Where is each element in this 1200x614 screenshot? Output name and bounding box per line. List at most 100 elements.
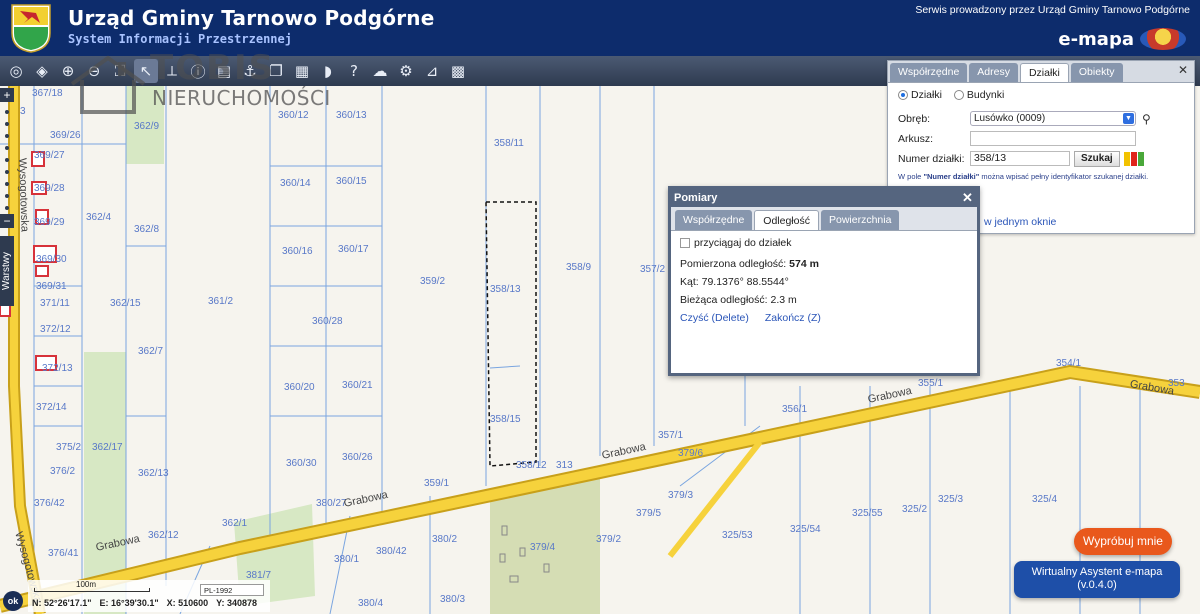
parcel-label[interactable]: 376/2 [50, 466, 75, 477]
parcel-label[interactable]: 355/1 [918, 378, 943, 389]
zoom-out-icon[interactable]: ⊖ [82, 59, 106, 83]
parcel-label[interactable]: 356/1 [782, 404, 807, 415]
parcel-label[interactable]: 360/17 [338, 244, 369, 255]
parcel-label[interactable]: 369/27 [34, 150, 65, 161]
parcel-label[interactable]: 357/1 [658, 430, 683, 441]
share-icon[interactable]: ⊿ [420, 59, 444, 83]
virtual-assistant-button[interactable]: Wirtualny Asystent e-mapa (v.0.4.0) [1014, 561, 1180, 598]
layers-icon[interactable]: ◈ [30, 59, 54, 83]
ok-button[interactable]: ok [3, 591, 23, 611]
parcel-label[interactable]: 375/2 [56, 442, 81, 453]
parcel-label[interactable]: 3 [20, 106, 26, 117]
parcel-label[interactable]: 325/3 [938, 494, 963, 505]
copy-icon[interactable]: ❐ [264, 59, 288, 83]
cloud-icon[interactable]: ☁ [368, 59, 392, 83]
tab-measure-area[interactable]: Powierzchnia [820, 210, 900, 230]
parcel-label[interactable]: 325/4 [1032, 494, 1057, 505]
radio-buildings[interactable] [953, 90, 964, 100]
parcel-label[interactable]: 362/17 [92, 442, 123, 453]
parcel-label[interactable]: 362/15 [110, 298, 141, 309]
info-icon[interactable]: ⓘ [186, 59, 210, 83]
single-window-link[interactable]: w jednym oknie [984, 216, 1056, 228]
zoom-in-button[interactable]: + [0, 88, 14, 102]
zoom-slider[interactable]: + − Warstwy [0, 86, 14, 386]
parcel-label[interactable]: 360/26 [342, 452, 373, 463]
parcel-label[interactable]: 354/1 [1056, 358, 1081, 369]
parcel-label[interactable]: 362/7 [138, 346, 163, 357]
palette-icon[interactable]: ▩ [446, 59, 470, 83]
layers-tab[interactable]: Warstwy [0, 236, 14, 306]
parcel-label[interactable]: 325/53 [722, 530, 753, 541]
selected-parcel-outline[interactable] [485, 201, 537, 467]
layout-icon[interactable]: ▦ [290, 59, 314, 83]
try-me-button[interactable]: Wypróbuj mnie [1074, 528, 1172, 555]
parcel-label[interactable]: 380/3 [440, 594, 465, 605]
parcel-label[interactable]: 379/2 [596, 534, 621, 545]
zoom-level-dot[interactable] [5, 170, 9, 174]
comment-icon[interactable]: ◗ [316, 59, 340, 83]
parcel-label[interactable]: 359/2 [420, 276, 445, 287]
search-button[interactable]: Szukaj [1074, 150, 1120, 167]
parcel-label[interactable]: 362/12 [148, 530, 179, 541]
parcel-label[interactable]: 369/26 [50, 130, 81, 141]
parcel-label[interactable]: 367/18 [32, 88, 63, 99]
clear-link[interactable]: Czyść (Delete) [680, 312, 749, 324]
parcel-label[interactable]: 380/42 [376, 546, 407, 557]
parcel-label[interactable]: 372/14 [36, 402, 67, 413]
parcel-label[interactable]: 369/28 [34, 183, 65, 194]
parcel-label[interactable]: 379/6 [678, 448, 703, 459]
parcel-label[interactable]: 360/13 [336, 110, 367, 121]
parcel-label[interactable]: 369/29 [34, 217, 65, 228]
zoom-out-button[interactable]: − [0, 214, 14, 228]
parcel-label[interactable]: 360/16 [282, 246, 313, 257]
municipality-crest-icon[interactable] [10, 3, 52, 53]
parcel-label[interactable]: 360/12 [278, 110, 309, 121]
emapa-logo[interactable]: e-mapa [1058, 26, 1186, 52]
parcel-label[interactable]: 372/13 [42, 363, 73, 374]
tab-coordinates[interactable]: Współrzędne [890, 63, 968, 82]
globe-icon[interactable]: ◎ [4, 59, 28, 83]
parcel-label[interactable]: 360/21 [342, 380, 373, 391]
zoom-level-dot[interactable] [5, 146, 9, 150]
zoom-level-dot[interactable] [5, 182, 9, 186]
parcel-label[interactable]: 358/9 [566, 262, 591, 273]
parcel-label[interactable]: 376/42 [34, 498, 65, 509]
zoom-level-dot[interactable] [5, 158, 9, 162]
parcel-label[interactable]: 362/13 [138, 468, 169, 479]
parcel-label[interactable]: 325/54 [790, 524, 821, 535]
parcel-label[interactable]: 358/11 [494, 138, 524, 149]
parcel-label[interactable]: 380/27 [316, 498, 347, 509]
parcel-label[interactable]: 362/8 [134, 224, 159, 235]
fullscreen-icon[interactable]: ⛶ [108, 59, 132, 83]
snap-checkbox[interactable] [680, 238, 690, 248]
tab-measure-distance[interactable]: Odległość [754, 210, 819, 230]
zoom-level-dot[interactable] [5, 206, 9, 210]
parcel-label[interactable]: 379/3 [668, 490, 693, 501]
parcel-label[interactable]: 362/9 [134, 121, 159, 132]
parcel-label[interactable]: 358/15 [490, 414, 521, 425]
parcel-label[interactable]: 379/5 [636, 508, 661, 519]
parcel-label[interactable]: 360/20 [284, 382, 315, 393]
tab-measure-coordinates[interactable]: Współrzędne [675, 210, 753, 230]
parcel-label[interactable]: 313 [556, 460, 573, 471]
color-legend-icon[interactable] [1123, 151, 1145, 166]
tab-addresses[interactable]: Adresy [969, 63, 1018, 82]
tab-objects[interactable]: Obiekty [1070, 63, 1123, 82]
parcel-label[interactable]: 358/13 [490, 284, 521, 295]
obreb-select[interactable]: Lusówko (0009) ▼ [970, 111, 1136, 126]
parcel-label[interactable]: 360/14 [280, 178, 311, 189]
pointer-icon[interactable]: ↖ [134, 59, 158, 83]
print-icon[interactable]: ▤ [212, 59, 236, 83]
parcel-label[interactable]: 372/12 [40, 324, 71, 335]
parcel-label[interactable]: 358/12 [516, 460, 547, 471]
parcel-label[interactable]: 360/15 [336, 176, 367, 187]
parcel-label[interactable]: 371/11 [40, 298, 70, 309]
search-icon[interactable]: ⚲ [1142, 112, 1151, 126]
close-icon[interactable]: ✕ [1178, 64, 1190, 76]
tab-parcels[interactable]: Działki [1019, 63, 1069, 82]
parcel-label[interactable]: 362/4 [86, 212, 111, 223]
parcel-label[interactable]: 379/4 [530, 542, 555, 553]
parcel-label[interactable]: 380/1 [334, 554, 359, 565]
parcel-label[interactable]: 357/2 [640, 264, 665, 275]
parcel-label[interactable]: 360/30 [286, 458, 317, 469]
